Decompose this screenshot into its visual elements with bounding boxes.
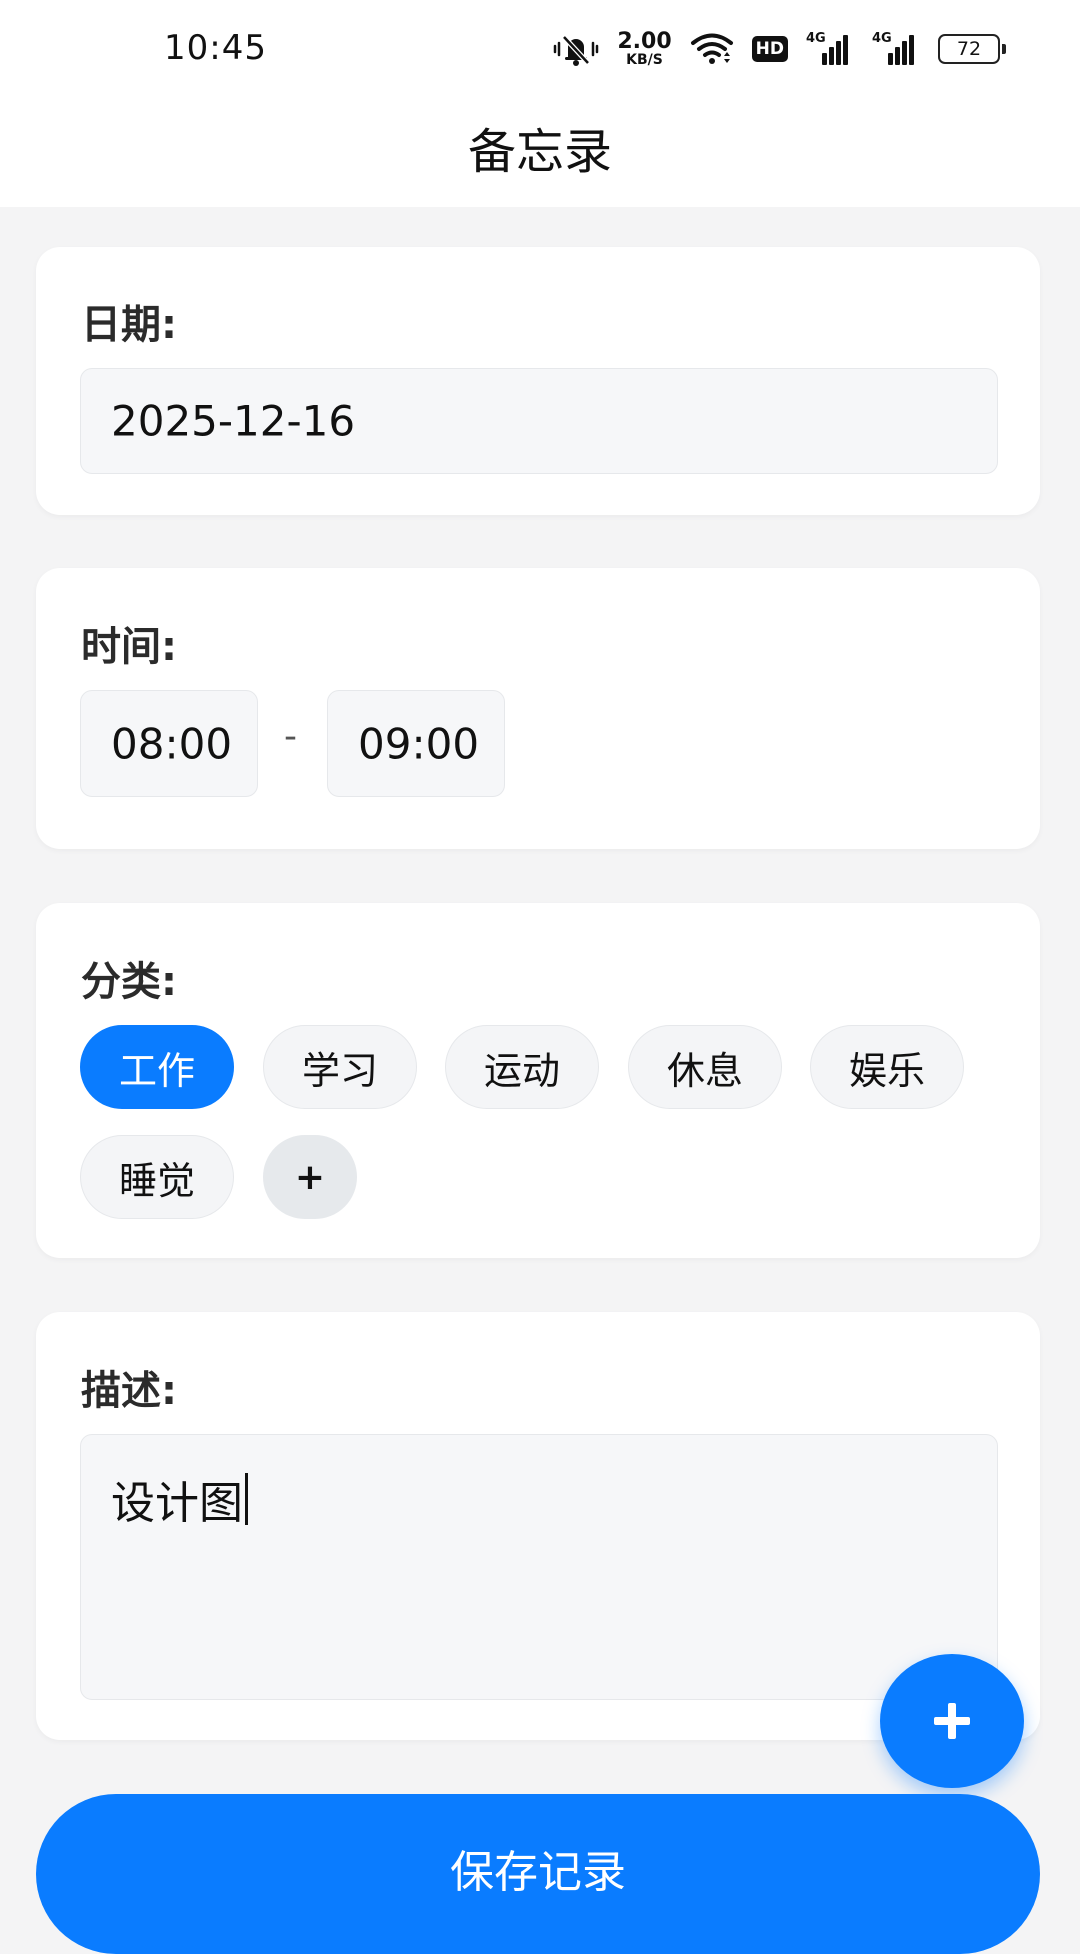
category-chip-study[interactable]: 学习 bbox=[263, 1025, 417, 1109]
net-speed-value: 2.00 bbox=[617, 29, 672, 54]
date-card: 日期: 2025-12-16 bbox=[36, 247, 1040, 515]
signal-label: 4G bbox=[872, 31, 892, 46]
save-record-label: 保存记录 bbox=[450, 1847, 626, 1898]
start-time-value: 08:00 bbox=[111, 719, 233, 768]
signal-label: 4G bbox=[806, 31, 826, 46]
start-time-field[interactable]: 08:00 bbox=[80, 690, 258, 797]
page-title: 备忘录 bbox=[467, 124, 612, 180]
status-icons: 2.00 KB/S HD 4G 4G 72 bbox=[553, 26, 1006, 72]
mute-vibrate-icon bbox=[553, 31, 599, 67]
net-speed: 2.00 KB/S bbox=[617, 29, 672, 68]
status-time: 10:45 bbox=[164, 28, 267, 68]
plus-icon bbox=[934, 1703, 970, 1739]
category-chip-sleep[interactable]: 睡觉 bbox=[80, 1135, 234, 1219]
signal-icon: 4G bbox=[872, 31, 920, 65]
hd-icon: HD bbox=[751, 36, 788, 62]
category-chip-entertainment[interactable]: 娱乐 bbox=[810, 1025, 964, 1109]
category-chip-rest[interactable]: 休息 bbox=[628, 1025, 782, 1109]
date-label: 日期: bbox=[81, 302, 177, 348]
fab-add-button[interactable] bbox=[880, 1654, 1024, 1788]
add-category-button[interactable]: + bbox=[263, 1135, 357, 1219]
time-label: 时间: bbox=[81, 624, 177, 670]
battery-level: 72 bbox=[938, 34, 1000, 64]
net-speed-unit: KB/S bbox=[626, 52, 663, 68]
text-caret bbox=[245, 1473, 248, 1525]
date-field[interactable]: 2025-12-16 bbox=[80, 368, 998, 474]
end-time-field[interactable]: 09:00 bbox=[327, 690, 505, 797]
save-record-button[interactable]: 保存记录 bbox=[36, 1794, 1040, 1954]
description-textarea[interactable]: 设计图 bbox=[80, 1434, 998, 1700]
end-time-value: 09:00 bbox=[358, 719, 480, 768]
category-label: 分类: bbox=[81, 959, 177, 1005]
time-separator: - bbox=[284, 716, 297, 757]
status-bar: 10:45 2.00 KB/S HD 4G 4G 72 bbox=[0, 0, 1080, 100]
app-header: 备忘录 bbox=[0, 100, 1080, 207]
category-chip-work[interactable]: 工作 bbox=[80, 1025, 234, 1109]
description-card: 描述: 设计图 bbox=[36, 1312, 1040, 1740]
time-card: 时间: 08:00 - 09:00 bbox=[36, 568, 1040, 849]
category-card: 分类: 工作 学习 运动 休息 娱乐 睡觉 + bbox=[36, 903, 1040, 1258]
date-value: 2025-12-16 bbox=[111, 396, 356, 446]
category-chip-sport[interactable]: 运动 bbox=[445, 1025, 599, 1109]
wifi-icon bbox=[690, 32, 734, 66]
description-value: 设计图 bbox=[111, 1478, 243, 1529]
battery-icon: 72 bbox=[938, 34, 1006, 64]
description-label: 描述: bbox=[81, 1368, 177, 1414]
signal-icon: 4G bbox=[806, 31, 854, 65]
